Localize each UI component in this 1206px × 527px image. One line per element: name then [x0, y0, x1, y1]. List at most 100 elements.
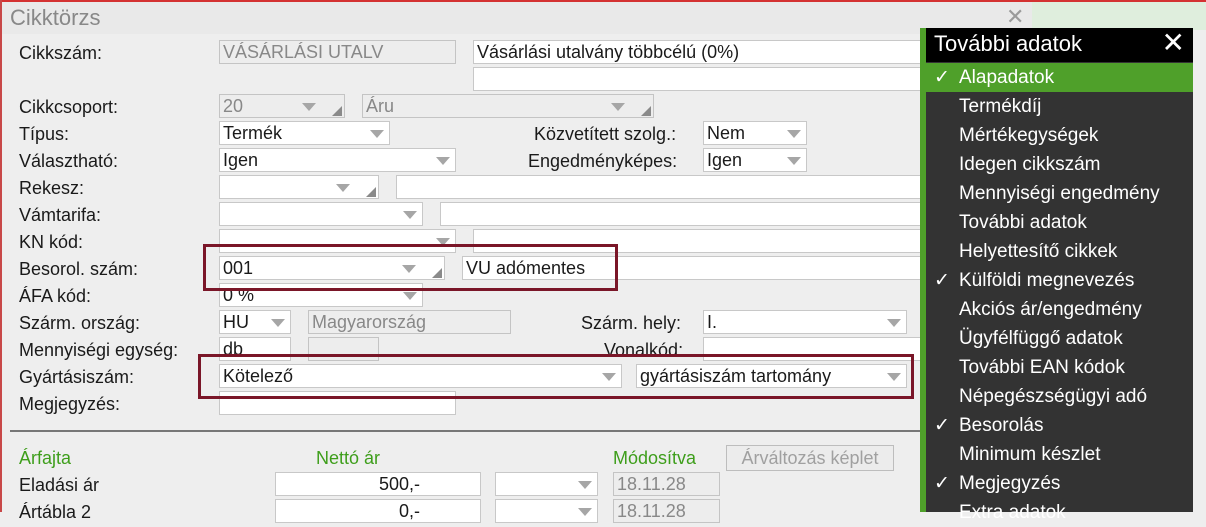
cikkcsoport-name-value: Áru [366, 96, 395, 116]
cikkszam-label: Cikkszám: [19, 43, 103, 63]
panel-item-label: Termékdíj [959, 96, 1042, 117]
price-row-date-field[interactable]: 18.11.28 [613, 472, 720, 496]
resize-corner-icon [366, 187, 376, 197]
resize-corner-icon [641, 106, 651, 116]
checkmark-icon: ✓ [934, 270, 950, 291]
cikkszam-name2-field[interactable] [473, 67, 933, 91]
tipus-label: Típus: [19, 124, 70, 144]
rekesz-select[interactable] [219, 175, 379, 199]
panel-item[interactable]: Ügyfélfüggő adatok [926, 324, 1193, 353]
engedmenykepes-select[interactable]: Igen [703, 148, 807, 172]
panel-item[interactable]: Termékdíj [926, 92, 1193, 121]
valaszthato-select[interactable]: Igen [219, 148, 456, 172]
panel-item[interactable]: Minimum készlet [926, 440, 1193, 469]
price-header-type: Árfajta [19, 448, 72, 468]
vamtarifa-select[interactable] [219, 202, 423, 226]
tipus-select[interactable]: Termék [219, 121, 390, 145]
price-row-currency-select[interactable] [495, 472, 598, 496]
additional-data-panel: További adatok ✕ ✓ Alapadatok Termékdíj Mér… [920, 27, 1193, 523]
window-frame-left [0, 0, 2, 512]
chevron-down-icon [887, 319, 901, 327]
checkmark-icon: ✓ [934, 473, 950, 494]
panel-item[interactable]: Akciós ár/engedmény [926, 295, 1193, 324]
panel-item-label: Ügyfélfüggő adatok [959, 328, 1123, 349]
panel-item[interactable]: Népegészségügyi adó [926, 382, 1193, 411]
afa-label: ÁFA kód: [19, 286, 92, 306]
window-close-icon[interactable]: ✕ [1006, 4, 1024, 30]
engedmenykepes-label: Engedményképes: [528, 151, 678, 171]
chevron-down-icon [611, 103, 625, 111]
vamtarifa-label: Vámtarifa: [19, 205, 102, 225]
chevron-down-icon [336, 184, 350, 192]
panel-item-label: Alapadatok [959, 67, 1055, 88]
panel-item[interactable]: ✓ Külföldi megnevezés [926, 266, 1193, 295]
engedmenykepes-value: Igen [707, 150, 743, 170]
cikkcsoport-code-select[interactable]: 20 [219, 94, 345, 118]
resize-corner-icon [332, 106, 342, 116]
kozvetitett-select[interactable]: Nem [703, 121, 807, 145]
menny-egyseg-label: Mennyiségi egység: [19, 340, 179, 360]
price-row-net-field[interactable]: 0,- [275, 499, 481, 523]
panel-item-label: Helyettesítő cikkek [959, 241, 1118, 262]
panel-item-label: Besorolás [959, 415, 1044, 436]
rekesz-label: Rekesz: [19, 178, 85, 198]
chevron-down-icon [370, 130, 384, 138]
panel-item-label: Mennyiségi engedmény [959, 183, 1160, 204]
cikkcsoport-name-select[interactable]: Áru [362, 94, 654, 118]
panel-item[interactable]: Mennyiségi engedmény [926, 179, 1193, 208]
kozvetitett-label: Közvetített szolg.: [534, 124, 677, 144]
panel-item-label: További EAN kódok [959, 357, 1125, 378]
panel-item-label: Idegen cikkszám [959, 154, 1101, 175]
szarm-orszag-label: Szárm. ország: [19, 313, 141, 333]
window-title: Cikktörzs [10, 5, 101, 30]
chevron-down-icon [403, 292, 417, 300]
panel-item[interactable]: További EAN kódok [926, 353, 1193, 382]
chevron-down-icon [787, 157, 801, 165]
szarm-orszag-code-select[interactable]: HU [219, 310, 291, 334]
panel-item[interactable]: Mértékegységek [926, 121, 1193, 150]
cikkcsoport-label: Cikkcsoport: [19, 97, 119, 117]
szarm-orszag-name-field[interactable]: Magyarország [308, 310, 511, 334]
gyartasiszam-label: Gyártásiszám: [19, 367, 135, 387]
price-row-net-field[interactable]: 500,- [275, 472, 481, 496]
szarm-hely-select[interactable]: I. [703, 310, 907, 334]
panel-item-label: Extra adatok [959, 502, 1066, 523]
price-row-name: Eladási ár [19, 475, 100, 495]
chevron-down-icon [271, 319, 285, 327]
panel-item[interactable]: Helyettesítő cikkek [926, 237, 1193, 266]
panel-item[interactable]: További adatok [926, 208, 1193, 237]
vamtarifa-text-field[interactable] [440, 202, 933, 226]
panel-item[interactable]: ✓ Megjegyzés [926, 469, 1193, 498]
rekesz-text-field[interactable] [396, 175, 933, 199]
panel-item[interactable]: Idegen cikkszám [926, 150, 1193, 179]
background-strip [1032, 0, 1206, 30]
panel-title: További adatok [934, 31, 1082, 56]
tipus-value: Termék [223, 123, 283, 143]
checkmark-icon: ✓ [934, 415, 950, 436]
checkmark-icon: ✓ [934, 67, 950, 88]
title-bar: Cikktörzs ✕ [0, 0, 1032, 34]
panel-item-label: Népegészségügyi adó [959, 386, 1148, 407]
szarm-orszag-code-value: HU [223, 312, 249, 332]
price-row-date-field[interactable]: 18.11.28 [613, 499, 720, 523]
price-formula-button[interactable]: Árváltozás képlet [726, 445, 894, 471]
panel-item[interactable]: ✓ Besorolás [926, 411, 1193, 440]
price-header-net: Nettó ár [316, 448, 381, 468]
panel-item-label: Akciós ár/engedmény [959, 299, 1142, 320]
panel-item-label: Mértékegységek [959, 125, 1099, 146]
megjegyzes-label: Megjegyzés: [19, 394, 121, 414]
window-frame-top [0, 0, 1206, 2]
panel-item-label: Megjegyzés [959, 473, 1061, 494]
cikkszam-name-field[interactable]: Vásárlási utalvány többcélú (0%) [473, 40, 933, 64]
cikkszam-code-field[interactable]: VÁSÁRLÁSI UTALV [219, 40, 456, 64]
chevron-down-icon [436, 157, 450, 165]
besorol-label: Besorol. szám: [19, 259, 139, 279]
cikkcsoport-code-value: 20 [223, 96, 244, 116]
chevron-down-icon [787, 130, 801, 138]
valaszthato-label: Választható: [19, 151, 119, 171]
kn-label: KN kód: [19, 232, 84, 252]
price-row-currency-select[interactable] [495, 499, 598, 523]
panel-close-icon[interactable]: ✕ [1162, 27, 1185, 59]
panel-item[interactable]: Extra adatok [926, 498, 1193, 527]
panel-item[interactable]: ✓ Alapadatok [926, 63, 1193, 92]
